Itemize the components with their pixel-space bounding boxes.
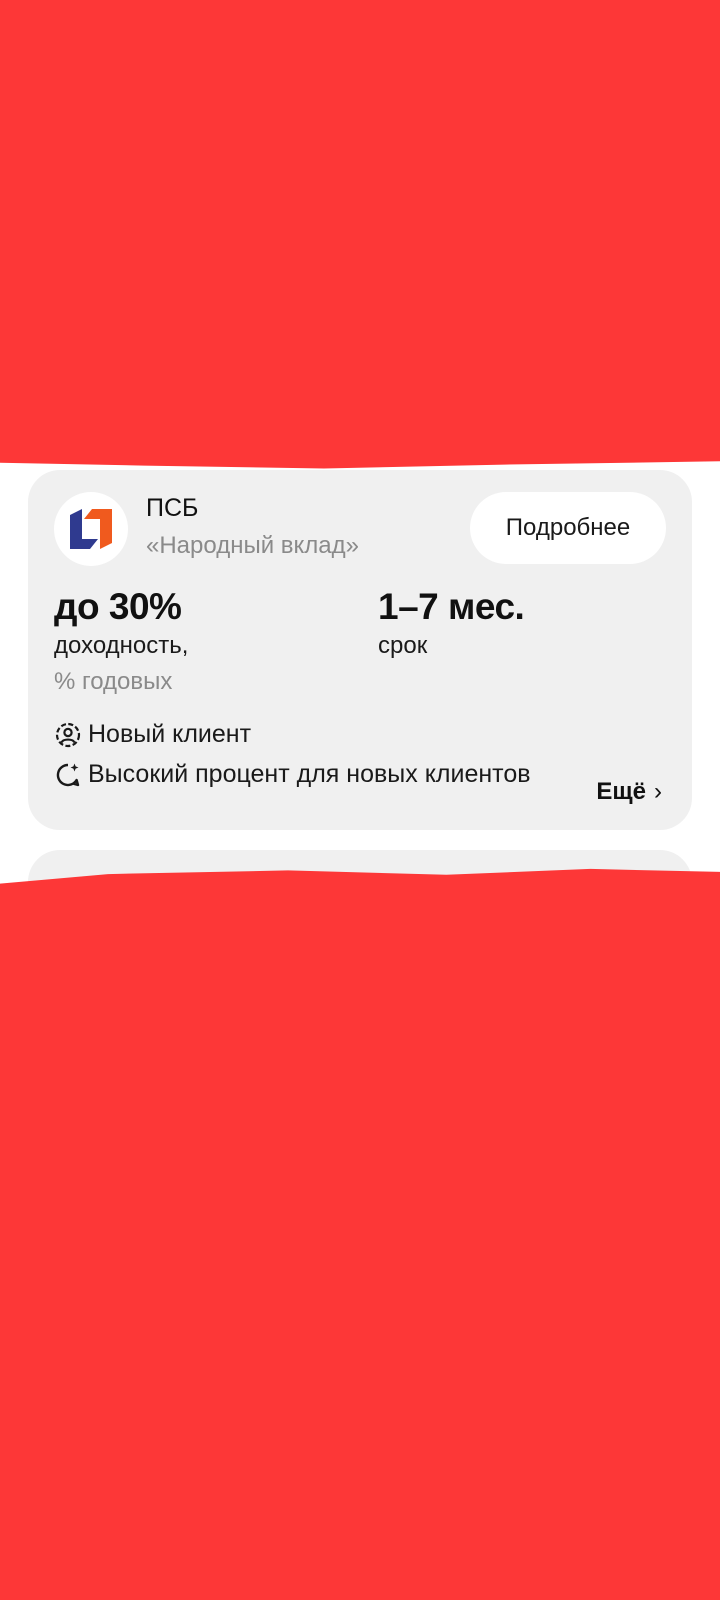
chat-sparkle-icon [54, 761, 82, 789]
feature-high-rate: Высокий процент для новых клиентов [54, 760, 531, 789]
more-link-label: Ещё [596, 778, 646, 805]
term-value: 1–7 мес. [378, 586, 525, 627]
bank-logo [54, 492, 128, 566]
term-label: срок [378, 632, 428, 659]
product-name: «Народный вклад» [146, 532, 359, 559]
feature-text: Высокий процент для новых клиентов [88, 760, 531, 788]
user-circle-icon [54, 721, 82, 749]
psb-logo-icon [70, 509, 112, 549]
chevron-right-icon: › [654, 778, 662, 805]
details-button[interactable]: Подробнее [470, 492, 666, 564]
feature-new-client: Новый клиент [54, 720, 251, 749]
deposit-offer-card[interactable]: ПСБ «Народный вклад» Подробнее до 30% до… [28, 470, 692, 830]
rate-label: доходность, [54, 632, 189, 659]
redaction-overlay-top [0, 0, 720, 469]
rate-sublabel: % годовых [54, 668, 173, 695]
rate-value: до 30% [54, 586, 182, 627]
bank-name: ПСБ [146, 494, 199, 522]
redaction-overlay-bottom [0, 868, 720, 1600]
feature-text: Новый клиент [88, 720, 252, 748]
more-link[interactable]: Ещё › [596, 778, 662, 806]
